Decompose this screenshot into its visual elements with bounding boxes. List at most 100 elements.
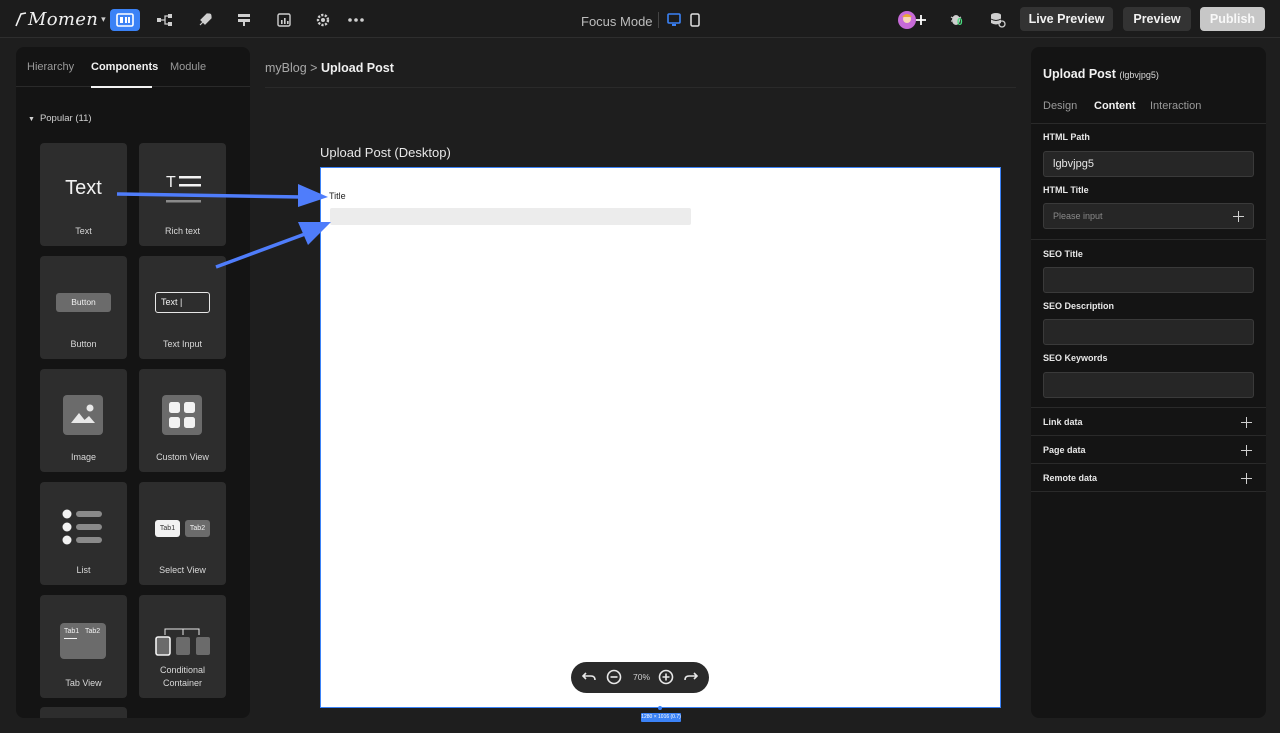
component-label: List (76, 565, 91, 575)
rich-text-lines-icon (166, 176, 201, 203)
zoom-in-icon[interactable] (658, 669, 674, 685)
grid-squares-icon (162, 395, 202, 435)
mobile-view-button[interactable] (684, 9, 706, 31)
popular-group-header[interactable]: ▼ Popular (11) (28, 113, 92, 124)
add-html-title-icon[interactable] (1233, 211, 1244, 222)
image-icon (63, 395, 103, 435)
seo-title-label: SEO Title (1043, 249, 1083, 259)
component-label: Select View (159, 565, 206, 575)
html-title-label: HTML Title (1043, 185, 1089, 195)
data-tool-button[interactable] (229, 9, 259, 31)
select-tab2: Tab2 (185, 520, 210, 537)
breadcrumb-separator: > (310, 61, 318, 75)
live-preview-button[interactable]: Live Preview (1020, 7, 1113, 31)
html-title-input[interactable]: Please input (1043, 203, 1254, 229)
remote-data-label: Remote data (1043, 473, 1098, 483)
label-line-1: Conditional (159, 665, 206, 675)
component-label: Text Input (162, 339, 203, 349)
tab-module[interactable]: Module (170, 61, 206, 73)
component-image[interactable]: Image (40, 369, 127, 472)
tab-design[interactable]: Design (1043, 100, 1077, 112)
focus-mode-toggle[interactable]: Focus Mode (581, 14, 653, 29)
component-select-view[interactable]: Tab1 Tab2 Select View (139, 482, 226, 585)
undo-icon[interactable] (582, 671, 596, 683)
component-rich-text[interactable]: T Rich text (139, 143, 226, 246)
database-button[interactable] (982, 9, 1012, 31)
active-tab-indicator (91, 86, 152, 88)
text-input-preview: Text | (155, 292, 210, 313)
component-label: Tab View (65, 678, 102, 688)
divider (1031, 463, 1266, 464)
breadcrumb-current: Upload Post (320, 61, 394, 75)
component-conditional-container[interactable]: Conditional Container (139, 595, 226, 698)
component-label: Button (70, 339, 97, 349)
component-partial[interactable] (40, 707, 127, 718)
database-icon (990, 13, 1006, 28)
divider (1031, 239, 1266, 240)
seo-title-input[interactable] (1043, 267, 1254, 293)
add-page-data-icon[interactable] (1241, 445, 1252, 456)
tab-view-preview: Tab1 Tab2 (60, 623, 106, 659)
database-table-icon (238, 14, 250, 26)
seo-keywords-label: SEO Keywords (1043, 353, 1108, 363)
logic-tool-button[interactable] (150, 9, 180, 31)
top-bar: Momen ▾ Focus Mode 0 Live Preview Previe… (0, 0, 1280, 38)
button-preview: Button (56, 293, 111, 312)
html-path-input[interactable]: lgbvjpg5 (1043, 151, 1254, 177)
component-button[interactable]: Button Button (40, 256, 127, 359)
brand-logo[interactable]: Momen ▾ (14, 8, 106, 30)
breadcrumb: myBlog > Upload Post (265, 61, 394, 75)
breadcrumb-parent[interactable]: myBlog (265, 61, 307, 75)
component-tab-view[interactable]: Tab1 Tab2 Tab View (40, 595, 127, 698)
page-name: Upload Post (1043, 67, 1116, 81)
title-text-element[interactable]: Title (329, 191, 346, 201)
chevron-down-icon: ▾ (101, 13, 106, 24)
avatar-icon (898, 11, 916, 29)
analytics-tool-button[interactable] (269, 9, 299, 31)
seo-description-input[interactable] (1043, 319, 1254, 345)
page-frame[interactable]: Title (320, 167, 1001, 708)
tab-components[interactable]: Components (91, 61, 158, 73)
notification-count: 0 (957, 17, 963, 28)
component-custom-view[interactable]: Custom View (139, 369, 226, 472)
desktop-view-button[interactable] (662, 9, 686, 31)
list-icon (62, 509, 102, 545)
publish-button[interactable]: Publish (1200, 7, 1265, 31)
tab-content[interactable]: Content (1094, 100, 1136, 112)
frame-resize-handle[interactable] (658, 706, 662, 710)
component-label: Image (70, 452, 96, 462)
component-text-input[interactable]: Text | Text Input (139, 256, 226, 359)
tab-interaction[interactable]: Interaction (1150, 100, 1201, 112)
html-path-label: HTML Path (1043, 132, 1090, 142)
group-label: Popular (11) (39, 113, 92, 124)
more-button[interactable] (341, 9, 371, 31)
component-text[interactable]: Text Text (40, 143, 127, 246)
conditional-branch-icon (155, 628, 210, 656)
tab-hierarchy[interactable]: Hierarchy (27, 61, 74, 73)
frame-title: Upload Post (Desktop) (320, 145, 451, 160)
debug-button[interactable]: 0 (942, 9, 972, 31)
seo-keywords-input[interactable] (1043, 372, 1254, 398)
redo-icon[interactable] (684, 671, 698, 683)
settings-button[interactable] (308, 9, 338, 31)
divider (1031, 123, 1266, 124)
text-preview: Text (65, 177, 102, 199)
preview-button[interactable]: Preview (1123, 7, 1191, 31)
zoom-out-icon[interactable] (606, 669, 622, 685)
pages-tool-button[interactable] (110, 9, 140, 31)
label-line-2: Container (162, 678, 203, 688)
actions-tool-button[interactable] (190, 9, 220, 31)
frame-size-tag: 1280 × 1016 (0.7) (641, 713, 681, 722)
add-collaborator-icon (916, 15, 926, 25)
add-remote-data-icon[interactable] (1241, 473, 1252, 484)
collaborators-button[interactable] (894, 9, 930, 31)
component-label: Custom View (156, 452, 209, 462)
add-link-data-icon[interactable] (1241, 417, 1252, 428)
divider (1031, 435, 1266, 436)
layout-icon (116, 13, 134, 27)
tab-view-tab2: Tab2 (85, 628, 101, 635)
selected-page-title: Upload Post (lgbvjpg5) (1043, 67, 1159, 81)
component-list[interactable]: List (40, 482, 127, 585)
title-input-element[interactable] (330, 208, 691, 225)
flow-icon (157, 14, 172, 26)
